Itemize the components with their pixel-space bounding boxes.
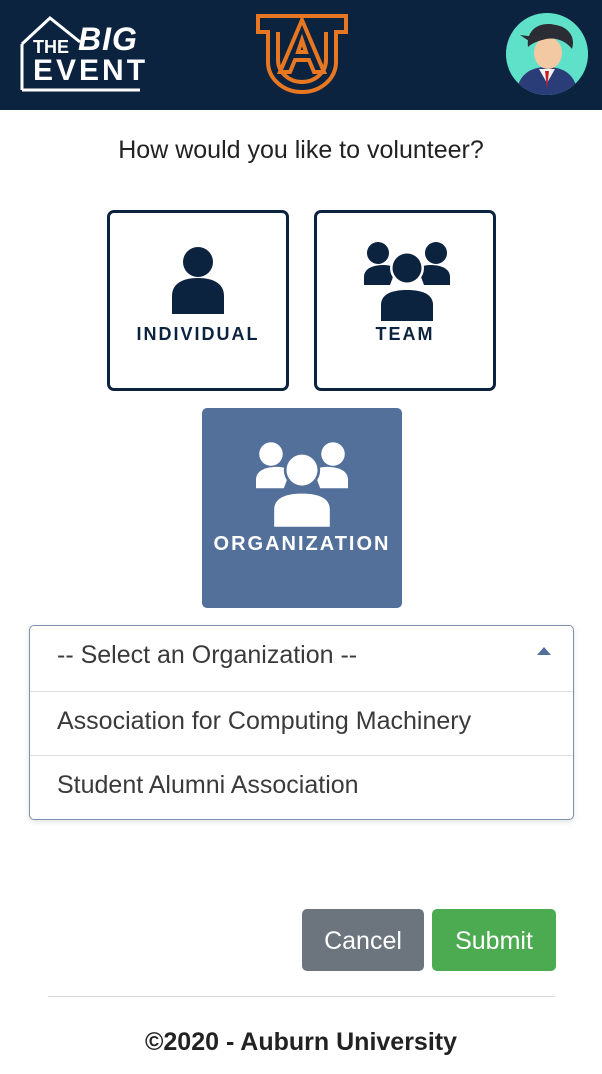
cancel-button[interactable]: Cancel <box>302 909 424 971</box>
organization-select[interactable]: -- Select an Organization -- Association… <box>29 625 574 820</box>
option-organization[interactable]: ORGANIZATION <box>202 408 402 608</box>
user-avatar-icon[interactable] <box>506 13 588 95</box>
organization-option[interactable]: Student Alumni Association <box>30 755 573 819</box>
group-icon <box>364 242 450 321</box>
organization-option[interactable]: Association for Computing Machinery <box>30 691 573 755</box>
organization-select-placeholder[interactable]: -- Select an Organization -- <box>30 626 573 690</box>
organization-select-placeholder-text: -- Select an Organization -- <box>57 641 358 669</box>
submit-button[interactable]: Submit <box>432 909 556 971</box>
au-monogram-icon <box>256 14 348 94</box>
auburn-au-logo[interactable] <box>254 10 350 96</box>
group-icon <box>256 442 348 527</box>
caret-up-icon <box>537 646 551 656</box>
option-individual[interactable]: INDIVIDUAL <box>107 210 289 391</box>
option-team-label: TEAM <box>375 324 435 344</box>
top-navbar: THE BIG EVENT <box>0 0 602 110</box>
big-event-logo[interactable]: THE BIG EVENT <box>20 14 145 94</box>
logo-text-big: BIG <box>78 21 138 57</box>
footer-divider <box>48 996 555 997</box>
logo-text-event: EVENT <box>33 54 149 87</box>
option-organization-label: ORGANIZATION <box>213 533 391 555</box>
footer-copyright: ©2020 - Auburn University <box>144 1028 458 1056</box>
option-individual-label: INDIVIDUAL <box>136 324 260 344</box>
person-icon <box>172 247 224 314</box>
volunteer-question: How would you like to volunteer? <box>118 136 484 164</box>
option-team[interactable]: TEAM <box>314 210 496 391</box>
